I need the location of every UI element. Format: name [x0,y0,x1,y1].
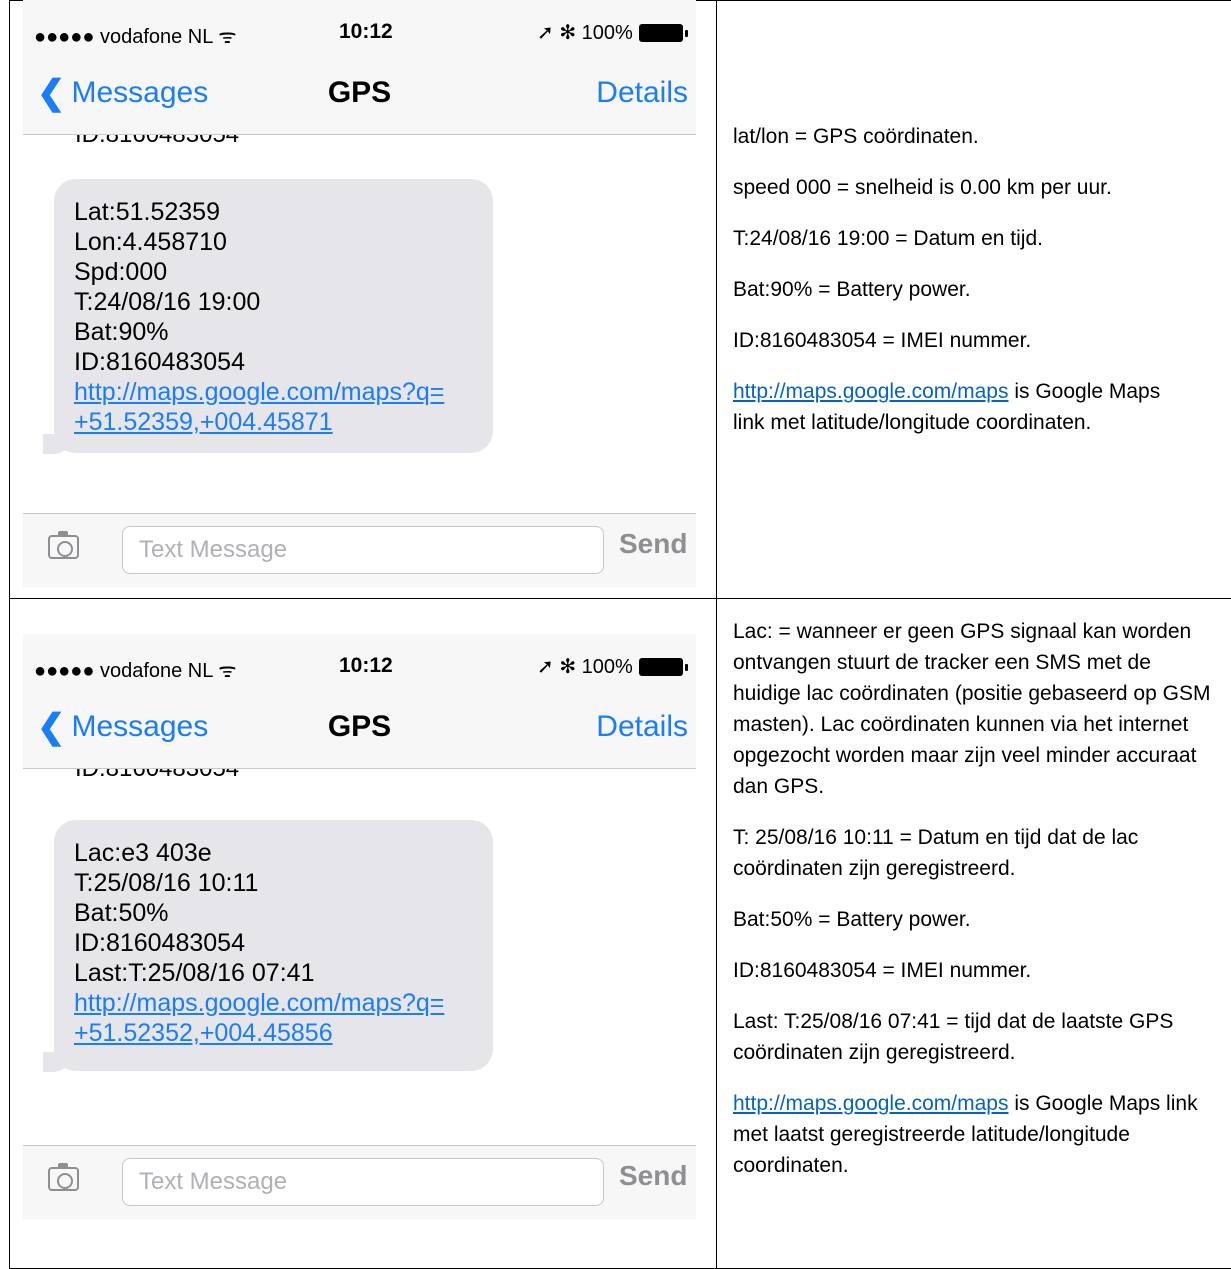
message-line: Lon:4.458710 [74,228,227,256]
text-message-input[interactable]: Text Message [122,526,604,574]
camera-icon[interactable] [48,1163,79,1191]
maps-link[interactable]: http://maps.google.com/maps [733,1092,1008,1115]
note-paragraph: T: 25/08/16 10:11 = Datum en tijd dat de… [733,826,1139,880]
message-line: ID:8160483054 [74,348,245,376]
message-line: T:24/08/16 19:00 [74,288,261,316]
note-paragraph: Last: T:25/08/16 07:41 = tijd dat de laa… [733,1010,1174,1064]
status-bar: ●●●●● vodafone NL ᯤ 10:12 ➚ ✻ 100% [23,0,696,64]
phone-screenshot-gps: ●●●●● vodafone NL ᯤ 10:12 ➚ ✻ 100% ❮ Mes… [23,0,696,587]
message-line: Lat:51.52359 [74,198,220,226]
note-paragraph: T:24/08/16 19:00 = Datum en tijd. [733,227,1043,250]
explanation-lac: Lac: = wanneer er geen GPS signaal kan w… [733,616,1223,1201]
battery-icon [638,23,688,42]
details-button[interactable]: Details [596,76,688,110]
note-paragraph: Lac: = wanneer er geen GPS signaal kan w… [733,620,1211,798]
carrier-label: ●●●●● vodafone NL ᯤ [34,26,237,48]
status-right: ➚ ✻ 100% [537,20,688,45]
compose-bar: Text Message Send [23,1145,696,1219]
conversation-title: GPS [327,710,392,743]
maps-link-line2[interactable]: +51.52352,+004.45856 [74,1018,473,1048]
table-column-divider [716,0,717,1269]
status-right: ➚ ✻ 100% [537,654,688,679]
details-button[interactable]: Details [596,710,688,744]
compose-bar: Text Message Send [23,513,696,587]
maps-link[interactable]: http://maps.google.com/maps [733,380,1008,403]
message-line: T:25/08/16 10:11 [74,869,259,897]
message-line: Bat:50% [74,899,169,927]
maps-link-line2[interactable]: +51.52359,+004.45871 [74,407,473,437]
message-line: ID:8160483054 [74,929,245,957]
table-row-divider [9,598,1231,599]
message-bubble: Lac:e3 403e T:25/08/16 10:11 Bat:50% ID:… [54,820,493,1071]
maps-link-line1[interactable]: http://maps.google.com/maps?q= [74,988,473,1018]
note-paragraph: Bat:90% = Battery power. [733,278,971,301]
send-button[interactable]: Send [619,1160,687,1192]
message-line: Spd:000 [74,258,168,286]
maps-link-line1[interactable]: http://maps.google.com/maps?q= [74,377,473,407]
carrier-label: ●●●●● vodafone NL ᯤ [34,660,237,682]
battery-icon [638,657,688,676]
explanation-gps: lat/lon = GPS coördinaten. speed 000 = s… [733,121,1193,458]
nav-bar: ❮ Messages GPS Details [23,64,696,135]
camera-icon[interactable] [48,531,79,559]
message-bubble: Lat:51.52359 Lon:4.458710 Spd:000 T:24/0… [54,179,493,453]
note-paragraph: Bat:50% = Battery power. [733,908,971,931]
note-paragraph: speed 000 = snelheid is 0.00 km per uur. [733,176,1112,199]
clock-label: 10:12 [339,654,393,677]
message-line: Lac:e3 403e [74,839,212,867]
note-paragraph: ID:8160483054 = IMEI nummer. [733,329,1032,352]
note-paragraph: http://maps.google.com/maps is Google Ma… [733,1088,1223,1181]
send-button[interactable]: Send [619,528,687,560]
conversation-title: GPS [327,76,392,109]
battery-percent: ➚ ✻ 100% [537,656,633,678]
text-message-input[interactable]: Text Message [122,1158,604,1206]
clipped-previous-message: ID:8160483054 [23,135,696,144]
note-paragraph: lat/lon = GPS coördinaten. [733,125,979,148]
note-paragraph: http://maps.google.com/maps is Google Ma… [733,376,1193,438]
status-bar: ●●●●● vodafone NL ᯤ 10:12 ➚ ✻ 100% [23,634,696,698]
nav-bar: ❮ Messages GPS Details [23,698,696,769]
message-line: Bat:90% [74,318,169,346]
phone-screenshot-lac: ●●●●● vodafone NL ᯤ 10:12 ➚ ✻ 100% ❮ Mes… [23,634,696,1219]
clipped-previous-message: ID:8160483054 [23,769,696,778]
message-line: Last:T:25/08/16 07:41 [74,959,315,987]
note-paragraph: ID:8160483054 = IMEI nummer. [733,959,1032,982]
battery-percent: ➚ ✻ 100% [537,22,633,44]
clock-label: 10:12 [339,20,393,43]
